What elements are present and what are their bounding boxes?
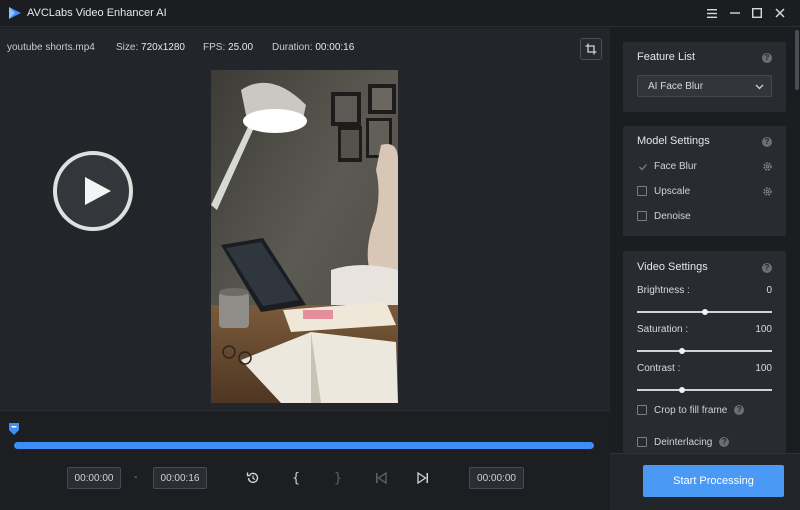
brightness-label: Brightness : [637,285,690,296]
video-settings-panel: Video Settings ? Brightness : 0 Saturati… [623,251,786,453]
video-preview[interactable] [211,70,398,403]
brightness-value: 0 [766,285,772,296]
help-icon[interactable]: ? [719,437,730,447]
denoise-checkbox[interactable] [637,211,647,221]
denoise-option[interactable]: Denoise [637,209,691,223]
saturation-slider[interactable] [637,348,772,354]
model-settings-title: Model Settings [637,135,710,147]
gear-icon[interactable] [762,161,773,172]
start-processing-button[interactable]: Start Processing [643,465,784,497]
crop-fill-option[interactable]: Crop to fill frame ? [637,403,745,417]
face-blur-label: Face Blur [654,160,697,172]
crop-fill-checkbox[interactable] [637,405,647,415]
deinterlacing-option[interactable]: Deinterlacing ? [637,435,730,449]
contrast-thumb[interactable] [678,387,685,393]
action-bar: Start Processing [610,453,800,510]
crop-fill-label: Crop to fill frame [654,404,728,416]
maximize-icon[interactable] [748,4,766,22]
face-blur-option[interactable]: Face Blur [637,159,697,173]
start-time-field[interactable]: 00:00:00 [67,467,121,489]
deinterlacing-label: Deinterlacing [654,436,713,448]
contrast-value: 100 [755,363,772,374]
upscale-option[interactable]: Upscale [637,184,690,198]
model-settings-panel: Model Settings ? Face Blur Upscale Denoi… [623,126,786,236]
app-logo-icon [9,7,21,19]
preview-area: youtube shorts.mp4 Size: 720x1280 FPS: 2… [0,28,610,510]
saturation-value: 100 [755,324,772,335]
reset-history-icon[interactable] [245,470,261,486]
brightness-thumb[interactable] [701,309,708,315]
feature-select[interactable]: AI Face Blur [637,75,772,97]
upscale-label: Upscale [654,185,691,197]
file-size: Size: 720x1280 [116,42,185,53]
saturation-label: Saturation : [637,324,689,335]
gear-icon[interactable] [762,186,773,197]
play-icon [53,151,133,231]
file-duration: Duration: 00:00:16 [272,42,355,53]
feature-list-title: Feature List [637,51,696,63]
current-time-field[interactable]: 00:00:00 [469,467,524,489]
crop-button[interactable] [580,38,602,60]
file-fps: FPS: 25.00 [203,42,254,53]
contrast-slider[interactable] [637,387,772,393]
upscale-checkbox[interactable] [637,186,647,196]
feature-select-value: AI Face Blur [648,81,704,92]
menu-icon[interactable] [703,4,721,22]
check-icon [639,164,647,171]
time-separator: - [134,472,138,483]
scrollbar-thumb[interactable] [795,30,799,90]
chevron-down-icon [755,84,764,90]
skip-to-start-icon[interactable] [373,470,389,486]
close-icon[interactable] [771,4,789,22]
denoise-label: Denoise [654,210,691,222]
mark-in-icon[interactable]: { [288,470,304,486]
skip-to-end-icon[interactable] [415,470,431,486]
mark-out-icon[interactable]: } [330,470,346,486]
end-time-field[interactable]: 00:00:16 [153,467,207,489]
app-title: AVCLabs Video Enhancer AI [27,7,167,19]
deinterlacing-checkbox[interactable] [637,437,647,447]
file-name: youtube shorts.mp4 [7,42,95,53]
brightness-slider[interactable] [637,309,772,315]
title-bar: AVCLabs Video Enhancer AI [0,0,800,27]
help-icon[interactable]: ? [734,405,745,415]
playhead-marker-icon[interactable] [9,423,19,435]
timeline-panel: 00:00:00 - 00:00:16 { } 00:00:00 [0,410,610,510]
help-icon[interactable]: ? [762,137,772,147]
video-frame-image [211,70,398,403]
help-icon[interactable]: ? [762,263,772,273]
contrast-label: Contrast : [637,363,681,374]
help-icon[interactable]: ? [762,53,772,63]
minimize-icon[interactable] [726,4,744,22]
sidebar-scrollbar[interactable] [794,28,800,453]
face-blur-checkbox[interactable] [637,161,647,171]
play-button[interactable] [51,149,135,233]
video-settings-title: Video Settings [637,261,708,273]
crop-icon [585,43,597,55]
timeline-track[interactable] [14,442,594,449]
feature-list-panel: Feature List ? AI Face Blur [623,42,786,112]
settings-sidebar: Feature List ? AI Face Blur Model Settin… [610,28,800,510]
saturation-thumb[interactable] [678,348,685,354]
